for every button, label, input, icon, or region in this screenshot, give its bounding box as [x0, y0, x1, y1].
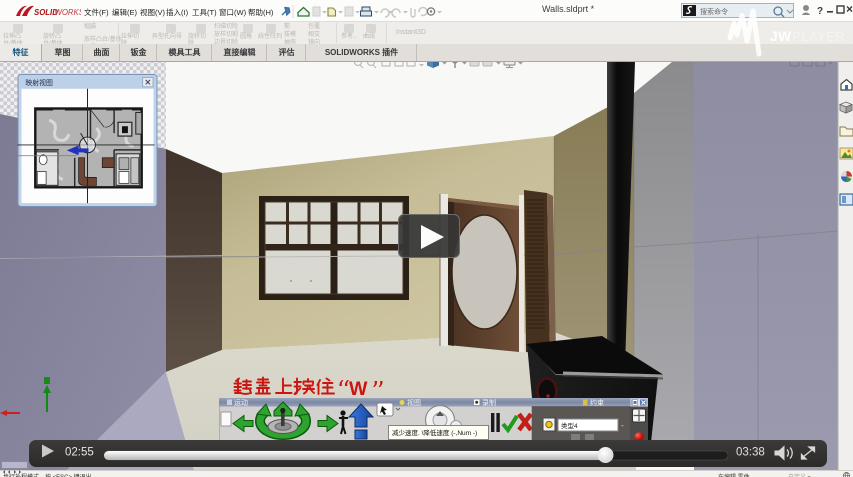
- svg-text:约束: 约束: [590, 398, 604, 407]
- svg-text:JW: JW: [770, 29, 792, 44]
- svg-text:02:55: 02:55: [65, 447, 94, 459]
- svg-text:减少速度. \降低速度 (-,Num -): 减少速度. \降低速度 (-,Num -): [392, 428, 477, 437]
- svg-text:-: -: [621, 421, 624, 430]
- svg-text:运动: 运动: [234, 398, 248, 407]
- svg-text:视图: 视图: [407, 398, 421, 407]
- svg-text:映射视图: 映射视图: [25, 78, 53, 87]
- svg-text:03:38: 03:38: [736, 447, 765, 459]
- svg-text:类型4: 类型4: [561, 421, 578, 430]
- svg-text:WORKS: WORKS: [55, 8, 82, 17]
- svg-text:录制: 录制: [482, 398, 496, 407]
- svg-text:W: W: [349, 378, 368, 400]
- svg-text:PLAYER: PLAYER: [793, 29, 845, 44]
